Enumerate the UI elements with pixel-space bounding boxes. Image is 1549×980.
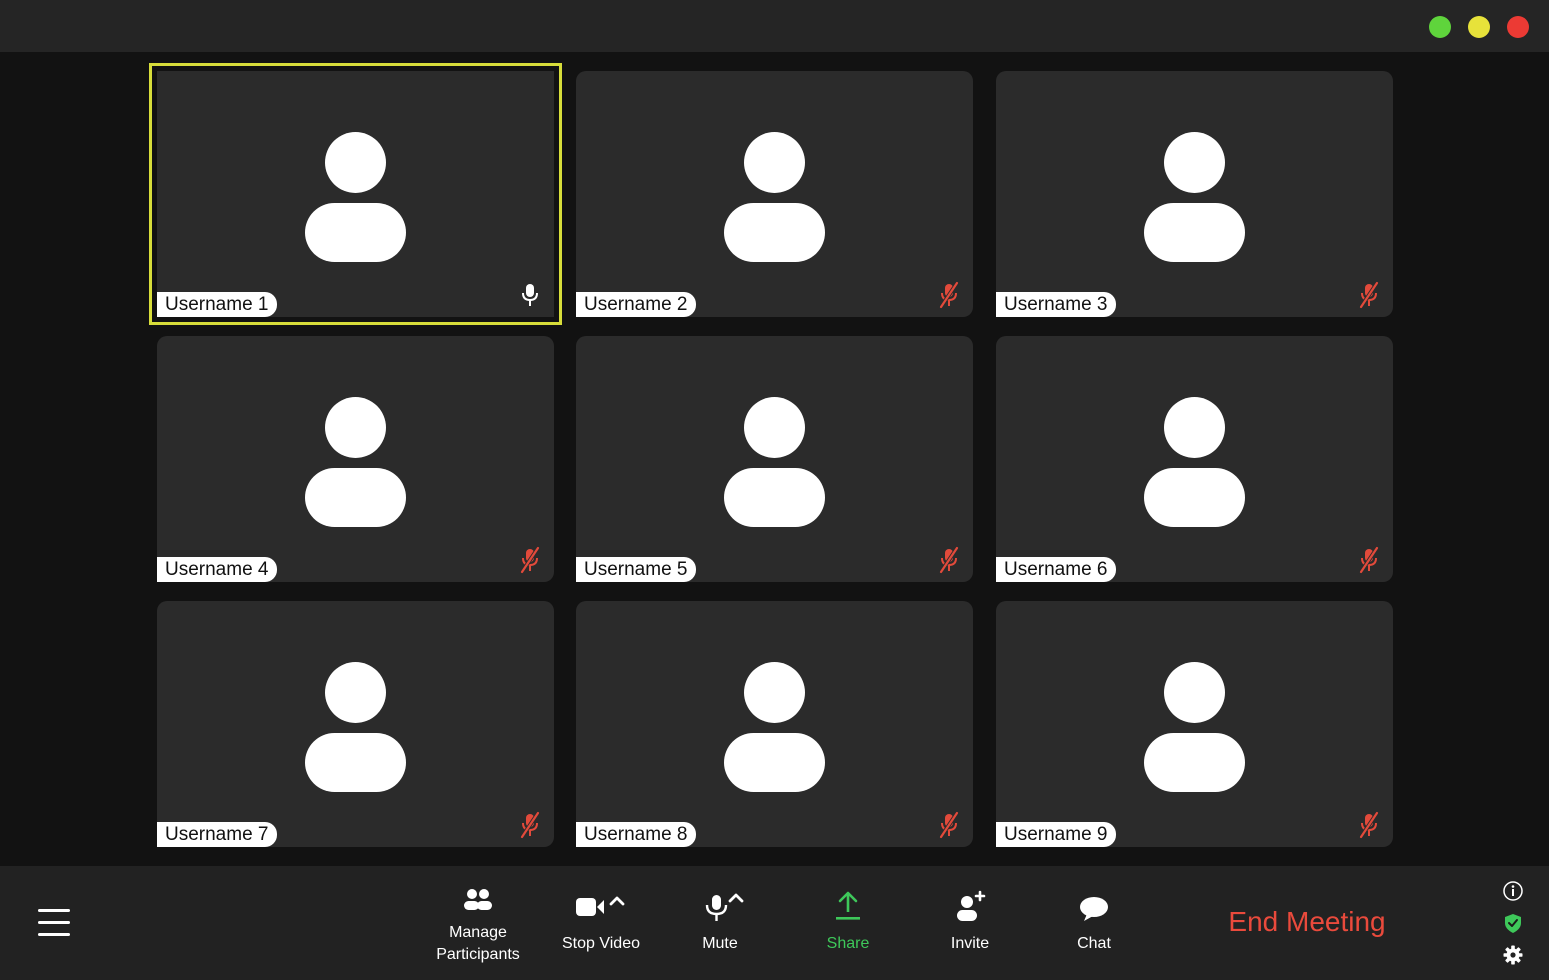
hamburger-menu-icon[interactable] [38, 906, 74, 938]
title-bar [0, 0, 1549, 52]
stop-video-button[interactable]: Stop Video [556, 888, 646, 978]
chat-label: Chat [1077, 935, 1111, 952]
participant-name: Username 5 [576, 557, 696, 582]
microphone-muted-icon [1359, 546, 1379, 574]
chat-bubble-icon [1080, 897, 1108, 921]
avatar-head [1164, 132, 1225, 193]
avatar-body [305, 468, 406, 527]
avatar-head [1164, 397, 1225, 458]
avatar-body [305, 733, 406, 792]
chevron-up-icon [609, 896, 625, 906]
participant-name: Username 4 [157, 557, 277, 582]
video-camera-icon [576, 896, 625, 916]
share-label: Share [826, 935, 870, 952]
avatar-body [1144, 468, 1245, 527]
participant-tile[interactable]: Username 4 [157, 336, 554, 582]
mute-button[interactable]: Mute [690, 888, 750, 978]
avatar-head [1164, 662, 1225, 723]
participant-tile[interactable]: Username 3 [996, 71, 1393, 317]
participant-name: Username 8 [576, 822, 696, 847]
avatar-body [724, 468, 825, 527]
share-upload-icon [836, 891, 860, 920]
participants-icon [464, 889, 492, 910]
gear-icon[interactable] [1502, 944, 1524, 966]
participant-name: Username 1 [157, 292, 277, 317]
avatar-head [325, 397, 386, 458]
avatar-body [305, 203, 406, 262]
participant-tile[interactable]: Username 1 [149, 63, 562, 325]
info-icon[interactable] [1502, 880, 1524, 902]
participant-tile[interactable]: Username 6 [996, 336, 1393, 582]
avatar-body [724, 203, 825, 262]
avatar-head [744, 397, 805, 458]
end-meeting-button[interactable]: End Meeting [1214, 902, 1400, 942]
manage-participants-label-2: Participants [436, 946, 520, 963]
stop-video-label: Stop Video [562, 935, 640, 952]
microphone-muted-icon [939, 546, 959, 574]
manage-participants-button[interactable]: Manage Participants [428, 888, 528, 978]
avatar-head [744, 132, 805, 193]
add-person-icon [957, 890, 986, 921]
meeting-toolbar: Manage Participants Stop Video Mute Shar… [0, 866, 1549, 980]
avatar-head [325, 662, 386, 723]
participant-name: Username 7 [157, 822, 277, 847]
avatar-head [325, 132, 386, 193]
participant-name: Username 3 [996, 292, 1116, 317]
avatar-body [1144, 203, 1245, 262]
share-button[interactable]: Share [818, 888, 878, 978]
avatar-body [724, 733, 825, 792]
microphone-muted-icon [939, 281, 959, 309]
participant-name: Username 6 [996, 557, 1116, 582]
microphone-muted-icon [1359, 281, 1379, 309]
microphone-muted-icon [520, 546, 540, 574]
participant-name: Username 2 [576, 292, 696, 317]
invite-label: Invite [950, 935, 990, 952]
participant-tile[interactable]: Username 5 [576, 336, 973, 582]
participant-tile[interactable]: Username 2 [576, 71, 973, 317]
mute-label: Mute [702, 935, 738, 952]
microphone-muted-icon [939, 811, 959, 839]
close-window-button[interactable] [1507, 16, 1529, 38]
shield-icon[interactable] [1502, 912, 1524, 934]
microphone-icon [522, 284, 538, 306]
microphone-icon [705, 893, 744, 921]
microphone-muted-icon [520, 811, 540, 839]
chevron-up-icon [728, 893, 744, 903]
maximize-window-button[interactable] [1429, 16, 1451, 38]
invite-button[interactable]: Invite [940, 888, 1000, 978]
manage-participants-label-1: Manage [449, 924, 507, 941]
avatar-head [744, 662, 805, 723]
minimize-window-button[interactable] [1468, 16, 1490, 38]
participant-tile[interactable]: Username 8 [576, 601, 973, 847]
participant-tile[interactable]: Username 9 [996, 601, 1393, 847]
participant-tile[interactable]: Username 7 [157, 601, 554, 847]
microphone-muted-icon [1359, 811, 1379, 839]
chat-button[interactable]: Chat [1064, 888, 1124, 978]
avatar-body [1144, 733, 1245, 792]
participant-name: Username 9 [996, 822, 1116, 847]
